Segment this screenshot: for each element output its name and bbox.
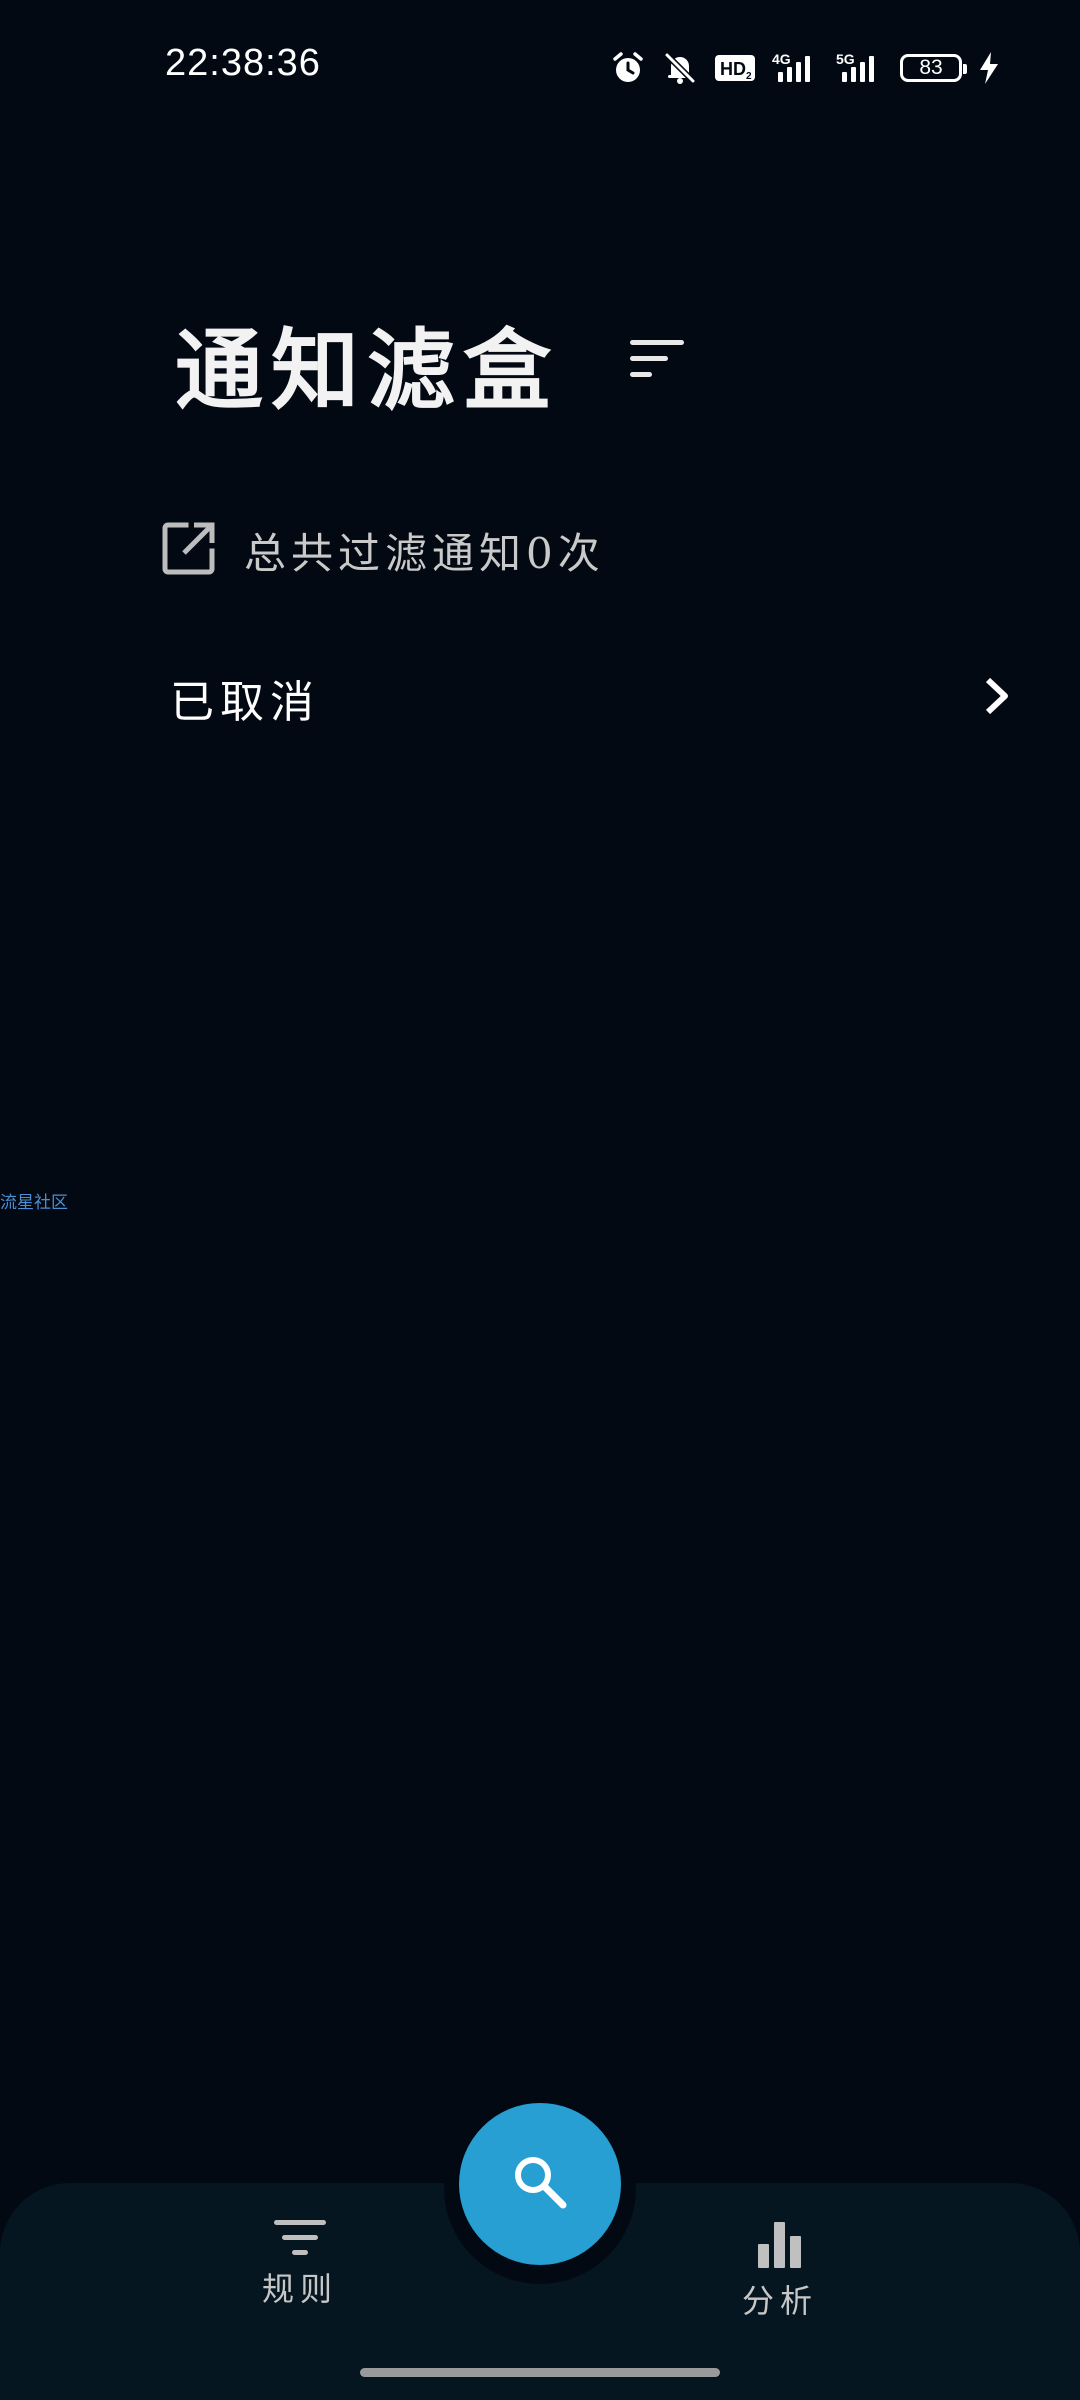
svg-text:2: 2	[746, 71, 752, 82]
filter-stats-text: 总共过滤通知0次	[244, 528, 605, 578]
svg-text:4G: 4G	[772, 51, 791, 67]
watermark-text: 流星社区	[0, 1193, 68, 1213]
search-icon	[511, 2153, 569, 2215]
battery-icon: 83	[900, 54, 967, 82]
list-item-label: 已取消	[170, 677, 320, 728]
search-button[interactable]	[459, 2103, 621, 2265]
filter-stats[interactable]: 总共过滤通知0次	[162, 522, 605, 578]
nav-label-rules: 规则	[261, 2270, 338, 2308]
status-icons: HD 2 4G 5G 83	[610, 46, 1000, 90]
home-indicator[interactable]	[360, 2368, 720, 2377]
svg-text:HD: HD	[720, 59, 746, 79]
nav-item-rules[interactable]: 规则	[220, 2218, 380, 2328]
status-time: 22:38:36	[165, 42, 321, 84]
hd-icon: HD 2	[714, 53, 756, 83]
charging-bolt-icon	[978, 51, 1000, 85]
signal-5g-icon: 5G	[834, 50, 884, 86]
list-item-cancelled[interactable]: 已取消	[170, 655, 1012, 741]
open-external-icon[interactable]	[162, 521, 216, 579]
bell-off-icon	[662, 50, 698, 86]
filter-lines-icon	[272, 2218, 328, 2258]
app-screen: 22:38:36 HD 2 4G 5G 83 通知滤盒 总共过滤通知0次 已取消…	[0, 0, 1080, 2400]
signal-4g-icon: 4G	[772, 50, 818, 86]
chevron-right-icon	[982, 676, 1012, 720]
page-title: 通知滤盒	[175, 318, 560, 422]
nav-label-analysis: 分析	[741, 2282, 818, 2320]
nav-item-analysis[interactable]: 分析	[700, 2218, 860, 2328]
svg-text:5G: 5G	[836, 51, 855, 67]
sort-filter-icon[interactable]	[628, 338, 686, 380]
bar-chart-icon	[752, 2218, 808, 2270]
alarm-icon	[610, 50, 646, 86]
